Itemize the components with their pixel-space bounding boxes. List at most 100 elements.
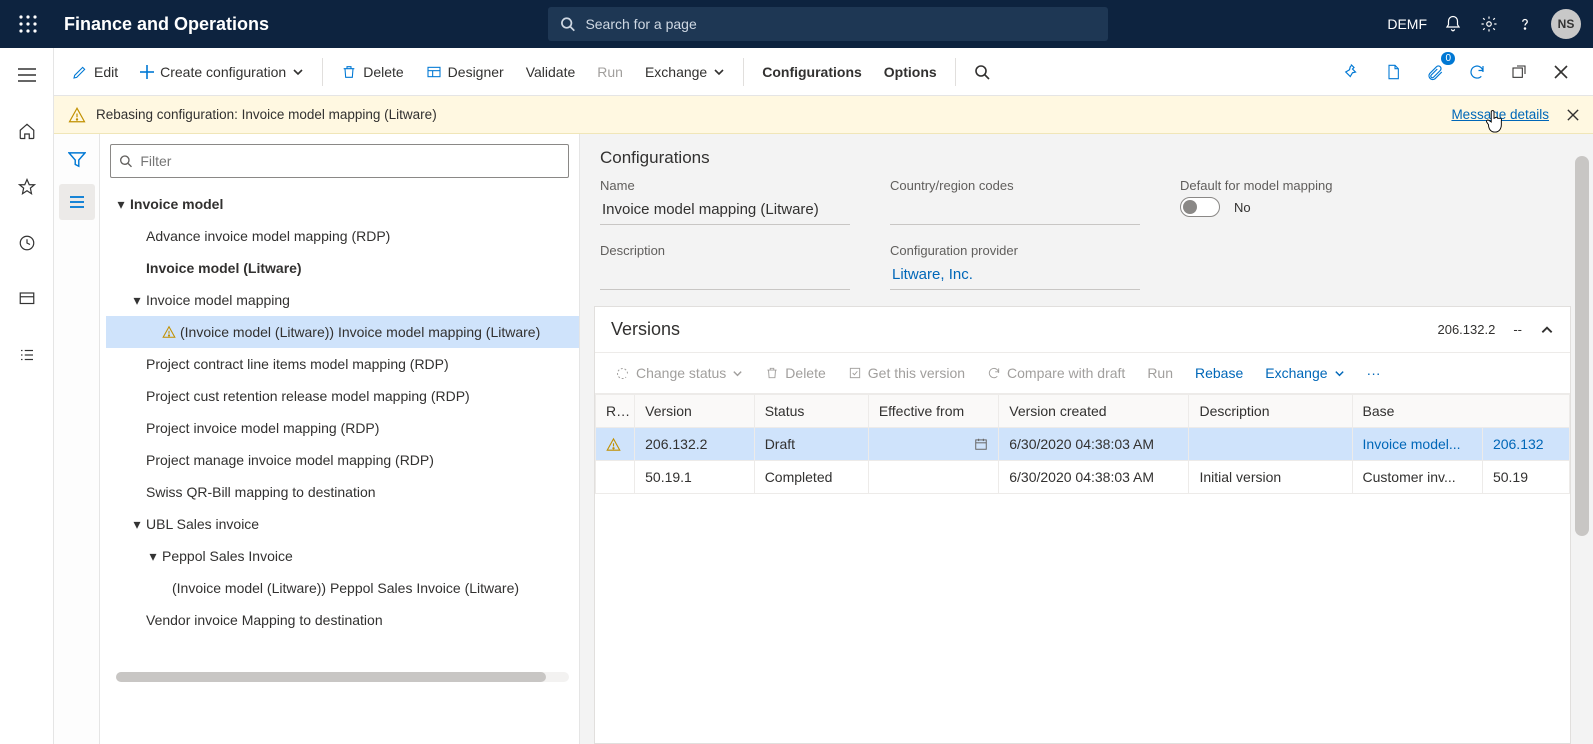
label-name: Name xyxy=(600,178,850,193)
tree-node[interactable]: ▾Peppol Sales Invoice xyxy=(106,540,579,572)
version-run-button: Run xyxy=(1139,361,1181,385)
versions-card: Versions 206.132.2 -- Change status xyxy=(594,306,1571,744)
tree-node[interactable]: ▾UBL Sales invoice xyxy=(106,508,579,540)
configuration-tree[interactable]: ▾Invoice model Advance invoice model map… xyxy=(100,184,579,744)
message-details-link[interactable]: Message details xyxy=(1451,107,1549,122)
options-tab[interactable]: Options xyxy=(874,58,947,86)
chevron-down-icon xyxy=(732,368,743,379)
grid-row[interactable]: 50.19.1 Completed 6/30/2020 04:38:03 AM … xyxy=(596,461,1570,494)
refresh-icon[interactable] xyxy=(1461,56,1493,88)
nav-rail xyxy=(0,48,54,744)
version-exchange-button[interactable]: Exchange xyxy=(1257,361,1352,385)
col-effective[interactable]: Effective from xyxy=(868,395,998,428)
exchange-button[interactable]: Exchange xyxy=(635,58,735,86)
grid-row[interactable]: 206.132.2 Draft 6/30/2020 04:38:03 AM In… xyxy=(596,428,1570,461)
run-button: Run xyxy=(587,58,633,86)
section-title-configurations: Configurations xyxy=(600,148,1573,168)
create-configuration-button[interactable]: Create configuration xyxy=(130,58,314,86)
workspace-icon[interactable] xyxy=(10,282,44,316)
tree-node[interactable]: Project cust retention release model map… xyxy=(106,380,579,412)
value-provider-link[interactable]: Litware, Inc. xyxy=(890,262,1140,290)
label-default-mapping: Default for model mapping xyxy=(1180,178,1332,193)
warning-icon xyxy=(162,325,176,339)
change-status-button[interactable]: Change status xyxy=(607,361,751,385)
tree-node[interactable]: ▾Invoice model mapping xyxy=(106,284,579,316)
delete-button[interactable]: Delete xyxy=(331,58,413,86)
validate-button[interactable]: Validate xyxy=(516,58,586,86)
recent-icon[interactable] xyxy=(10,226,44,260)
tree-node[interactable]: Invoice model (Litware) xyxy=(106,252,579,284)
base-link[interactable]: Invoice model... xyxy=(1352,428,1482,461)
tree-node[interactable]: Vendor invoice Mapping to destination xyxy=(106,604,579,636)
home-icon[interactable] xyxy=(10,114,44,148)
bell-icon[interactable] xyxy=(1443,14,1463,34)
list-icon[interactable] xyxy=(59,184,95,220)
versions-grid[interactable]: R... Version Status Effective from Versi… xyxy=(595,394,1570,494)
default-mapping-toggle[interactable] xyxy=(1180,197,1220,217)
label-provider: Configuration provider xyxy=(890,243,1140,258)
tree-node[interactable]: Project contract line items model mappin… xyxy=(106,348,579,380)
popout-icon[interactable] xyxy=(1503,56,1535,88)
user-avatar[interactable]: NS xyxy=(1551,9,1581,39)
hamburger-icon[interactable] xyxy=(10,58,44,92)
col-desc[interactable]: Description xyxy=(1189,395,1352,428)
base-version-link[interactable]: 206.132 xyxy=(1482,428,1569,461)
version-delete-button: Delete xyxy=(757,361,833,385)
tree-filter-input[interactable] xyxy=(110,144,569,178)
designer-button[interactable]: Designer xyxy=(416,58,514,86)
value-description[interactable] xyxy=(600,262,850,290)
close-icon[interactable] xyxy=(1545,56,1577,88)
more-icon[interactable]: ··· xyxy=(1359,361,1389,385)
global-search-input[interactable] xyxy=(585,16,1096,32)
warning-close-icon[interactable] xyxy=(1567,109,1579,121)
warning-text: Rebasing configuration: Invoice model ma… xyxy=(96,107,437,122)
configuration-tree-pane: ▾Invoice model Advance invoice model map… xyxy=(100,134,580,744)
label-region: Country/region codes xyxy=(890,178,1140,193)
action-search-button[interactable] xyxy=(964,58,1000,86)
gear-icon[interactable] xyxy=(1479,14,1499,34)
tree-node-selected[interactable]: (Invoice model (Litware)) Invoice model … xyxy=(106,316,579,348)
tree-node-invoice-model[interactable]: ▾Invoice model xyxy=(106,188,579,220)
col-status[interactable]: Status xyxy=(754,395,868,428)
value-region[interactable] xyxy=(890,197,1140,225)
help-icon[interactable] xyxy=(1515,14,1535,34)
tree-node[interactable]: (Invoice model (Litware)) Peppol Sales I… xyxy=(106,572,579,604)
tree-node[interactable]: Project invoice model mapping (RDP) xyxy=(106,412,579,444)
exchange-label: Exchange xyxy=(645,64,707,80)
company-code[interactable]: DEMF xyxy=(1387,16,1427,32)
label-description: Description xyxy=(600,243,850,258)
configurations-tab[interactable]: Configurations xyxy=(752,58,872,86)
edit-label: Edit xyxy=(94,64,118,80)
rebase-button[interactable]: Rebase xyxy=(1187,361,1251,385)
tree-node[interactable]: Advance invoice model mapping (RDP) xyxy=(106,220,579,252)
horizontal-scrollbar[interactable] xyxy=(116,672,569,682)
tree-node[interactable]: Project manage invoice model mapping (RD… xyxy=(106,444,579,476)
col-created[interactable]: Version created xyxy=(999,395,1189,428)
pin-icon[interactable] xyxy=(1335,56,1367,88)
value-name[interactable]: Invoice model mapping (Litware) xyxy=(600,197,850,225)
page-icon[interactable] xyxy=(1377,56,1409,88)
modules-icon[interactable] xyxy=(10,338,44,372)
attachments-icon[interactable]: 0 xyxy=(1419,56,1451,88)
attachment-badge: 0 xyxy=(1441,52,1455,65)
edit-button[interactable]: Edit xyxy=(62,58,128,86)
global-search[interactable] xyxy=(548,7,1108,41)
grid-header-row[interactable]: R... Version Status Effective from Versi… xyxy=(596,395,1570,428)
col-r[interactable]: R... xyxy=(596,395,635,428)
calendar-icon[interactable] xyxy=(974,437,988,451)
chevron-up-icon[interactable] xyxy=(1540,323,1554,337)
filter-icon[interactable] xyxy=(59,142,95,178)
col-version[interactable]: Version xyxy=(635,395,755,428)
versions-toolbar: Change status Delete Get this version Co… xyxy=(595,353,1570,394)
tree-node[interactable]: Swiss QR-Bill mapping to destination xyxy=(106,476,579,508)
vertical-scrollbar[interactable] xyxy=(1575,142,1589,736)
favorite-icon[interactable] xyxy=(10,170,44,204)
details-pane: Configurations Name Invoice model mappin… xyxy=(580,134,1593,744)
action-bar: Edit Create configuration Delete Designe… xyxy=(54,48,1593,96)
col-base[interactable]: Base xyxy=(1352,395,1569,428)
versions-head-version: 206.132.2 xyxy=(1437,322,1495,337)
default-mapping-value: No xyxy=(1234,200,1251,215)
app-launcher-icon[interactable] xyxy=(12,15,44,33)
versions-head-sep: -- xyxy=(1513,322,1522,337)
versions-title: Versions xyxy=(611,319,680,340)
